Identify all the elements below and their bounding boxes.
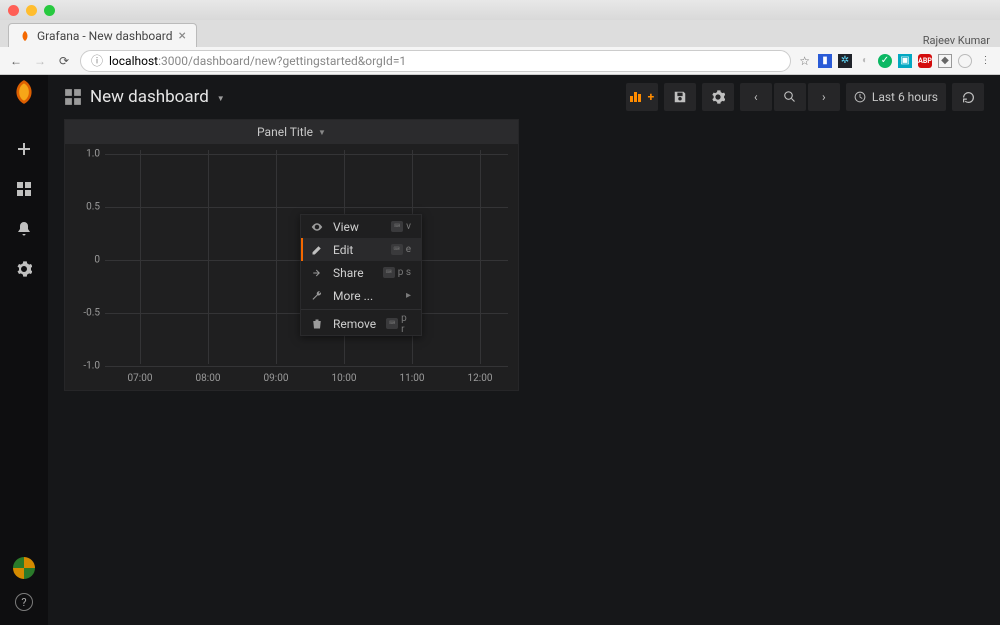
adblock-icon[interactable]: ABP [918, 54, 932, 68]
help-icon[interactable]: ? [15, 593, 33, 611]
menu-item-share[interactable]: Share ⌨p s [301, 261, 421, 284]
y-tick-label: 0.5 [70, 202, 100, 213]
user-avatar[interactable] [13, 557, 35, 579]
x-tick-label: 10:00 [332, 373, 357, 384]
keyboard-hint: ⌨e [391, 244, 411, 255]
panel-title-dropdown[interactable]: Panel Title ▼ [65, 120, 518, 144]
plus-overlay-icon: + [648, 90, 655, 104]
menu-item-view[interactable]: View ⌨v [301, 215, 421, 238]
y-tick-label: -1.0 [70, 361, 100, 372]
close-window-icon[interactable] [8, 5, 19, 16]
panel-context-menu: View ⌨v Edit ⌨e Share ⌨p s More ... ▸ Re… [300, 214, 422, 336]
react-devtools-icon[interactable]: ✲ [838, 54, 852, 68]
traffic-lights [8, 5, 55, 16]
extension-icon[interactable]: ✓ [878, 54, 892, 68]
extension-icon[interactable]: ◐ [858, 54, 872, 68]
dashboard-main: New dashboard ▼ + ‹ › Last 6 hours [48, 75, 1000, 625]
x-tick-label: 11:00 [400, 373, 425, 384]
chrome-menu-icon[interactable]: ⋮ [978, 54, 992, 68]
time-range-label: Last 6 hours [872, 90, 938, 104]
forward-button: → [32, 54, 48, 68]
wrench-icon [311, 290, 323, 302]
maximize-window-icon[interactable] [44, 5, 55, 16]
url-port: :3000 [158, 54, 188, 68]
extension-icon[interactable]: ▮ [818, 54, 832, 68]
dashboard-grid-icon [64, 88, 82, 106]
x-tick-label: 08:00 [196, 373, 221, 384]
save-dashboard-button[interactable] [664, 83, 696, 111]
time-range-forward-button[interactable]: › [808, 83, 840, 111]
menu-item-remove[interactable]: Remove ⌨p r [301, 312, 421, 335]
y-tick-label: 0 [70, 255, 100, 266]
grafana-logo-icon[interactable] [9, 77, 39, 107]
browser-toolbar: ← → ⟳ ⓘ localhost:3000/dashboard/new?get… [0, 47, 1000, 75]
bar-chart-icon [630, 92, 641, 102]
close-tab-icon[interactable]: × [179, 28, 186, 44]
graph-panel: Panel Title ▼ 1.0 0.5 0 -0.5 -1.0 [64, 119, 519, 391]
url-path: /dashboard/new?gettingstarted&orgId=1 [188, 54, 406, 68]
bookmark-star-icon[interactable]: ☆ [799, 54, 810, 68]
grafana-app: ? New dashboard ▼ + ‹ › [0, 75, 1000, 625]
browser-tab-strip: Grafana - New dashboard × Rajeev Kumar [0, 20, 1000, 47]
chrome-profile-name[interactable]: Rajeev Kumar [913, 34, 1000, 47]
time-range-back-button[interactable]: ‹ [740, 83, 772, 111]
eye-icon [311, 221, 323, 233]
add-panel-button[interactable]: + [626, 83, 658, 111]
y-tick-label: 1.0 [70, 149, 100, 160]
dashboards-icon[interactable] [14, 179, 34, 199]
time-range-picker[interactable]: Last 6 hours [846, 83, 946, 111]
zoom-out-button[interactable] [774, 83, 806, 111]
menu-label: More ... [333, 289, 396, 303]
dashboard-title: New dashboard [90, 87, 209, 107]
chevron-down-icon: ▼ [217, 94, 225, 103]
alerting-icon[interactable] [14, 219, 34, 239]
keyboard-hint: ⌨v [391, 221, 411, 232]
y-tick-label: -0.5 [70, 308, 100, 319]
share-icon [311, 267, 323, 279]
address-input[interactable]: ⓘ localhost:3000/dashboard/new?gettingst… [80, 50, 791, 72]
menu-label: Remove [333, 317, 376, 331]
x-tick-label: 09:00 [264, 373, 289, 384]
chevron-down-icon: ▼ [318, 128, 326, 137]
trash-icon [311, 318, 323, 330]
x-tick-label: 12:00 [468, 373, 493, 384]
dashboard-title-dropdown[interactable]: New dashboard ▼ [64, 87, 225, 107]
plot-area: 1.0 0.5 0 -0.5 -1.0 07:00 08:00 [65, 144, 518, 390]
tab-title: Grafana - New dashboard [37, 29, 173, 43]
extension-icon[interactable] [958, 54, 972, 68]
x-tick-label: 07:00 [128, 373, 153, 384]
dashboard-settings-button[interactable] [702, 83, 734, 111]
back-button[interactable]: ← [8, 54, 24, 68]
create-icon[interactable] [14, 139, 34, 159]
clock-icon [854, 91, 866, 103]
edit-icon [311, 244, 323, 256]
url-host: localhost [109, 54, 158, 68]
keyboard-hint: ⌨p r [386, 313, 411, 335]
refresh-button[interactable] [952, 83, 984, 111]
browser-tab[interactable]: Grafana - New dashboard × [8, 23, 197, 47]
window-titlebar [0, 0, 1000, 20]
info-icon: ⓘ [91, 52, 103, 69]
grafana-favicon-icon [19, 30, 31, 42]
reload-button[interactable]: ⟳ [56, 54, 72, 68]
menu-label: Edit [333, 243, 381, 257]
extension-icon[interactable]: ◆ [938, 54, 952, 68]
submenu-arrow-icon: ▸ [406, 290, 411, 301]
extension-icons: ▮ ✲ ◐ ✓ ▣ ABP ◆ ⋮ [818, 54, 992, 68]
menu-item-more[interactable]: More ... ▸ [301, 284, 421, 307]
sidebar-nav: ? [0, 75, 48, 625]
menu-item-edit[interactable]: Edit ⌨e [301, 238, 421, 261]
panel-title: Panel Title [257, 125, 313, 139]
minimize-window-icon[interactable] [26, 5, 37, 16]
menu-label: Share [333, 266, 373, 280]
menu-separator [301, 309, 421, 310]
menu-label: View [333, 220, 381, 234]
dashboard-topbar: New dashboard ▼ + ‹ › Last 6 hours [48, 75, 1000, 119]
configuration-icon[interactable] [14, 259, 34, 279]
extension-icon[interactable]: ▣ [898, 54, 912, 68]
keyboard-hint: ⌨p s [383, 267, 411, 278]
